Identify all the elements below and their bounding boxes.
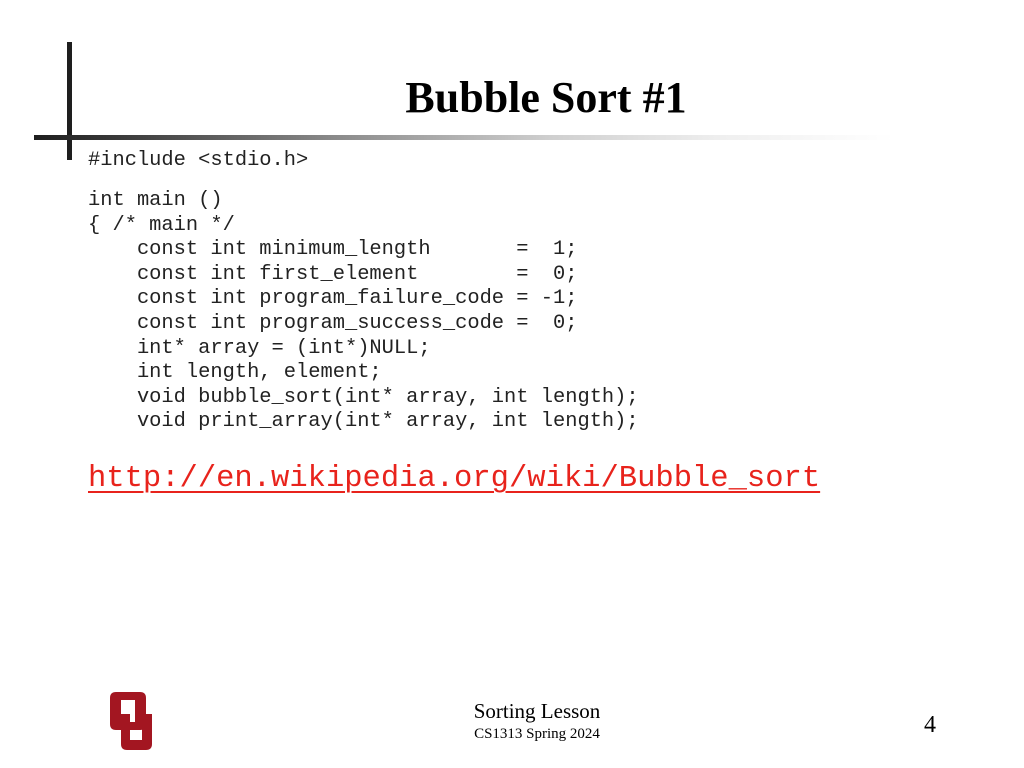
page-number: 4 bbox=[924, 712, 936, 738]
footer: Sorting Lesson CS1313 Spring 2024 bbox=[420, 698, 654, 744]
code-line: void print_array(int* array, int length)… bbox=[88, 410, 639, 434]
code-line: const int program_success_code = 0; bbox=[88, 311, 578, 335]
code-line: int main () bbox=[88, 189, 223, 212]
code-include-line: #include <stdio.h> bbox=[88, 149, 309, 172]
slide-title: Bubble Sort #1 bbox=[405, 73, 687, 122]
code-line: const int first_element = 0; bbox=[88, 262, 578, 286]
decorative-vertical-rule bbox=[67, 42, 72, 160]
code-line: const int minimum_length = 1; bbox=[88, 238, 578, 262]
decorative-horizontal-rule bbox=[34, 135, 894, 140]
wikipedia-link[interactable]: http://en.wikipedia.org/wiki/Bubble_sort bbox=[88, 459, 820, 499]
code-line: void bubble_sort(int* array, int length)… bbox=[88, 385, 639, 409]
ou-logo-icon bbox=[110, 692, 152, 750]
footer-title: Sorting Lesson bbox=[473, 699, 601, 723]
footer-subtitle: CS1313 Spring 2024 bbox=[474, 726, 600, 742]
code-line: const int program_failure_code = -1; bbox=[88, 287, 578, 311]
code-line: { /* main */ bbox=[88, 213, 235, 237]
code-block: int main (){ /* main */ const int minimu… bbox=[88, 189, 639, 435]
code-line: int* array = (int*)NULL; bbox=[88, 336, 431, 360]
code-line: int length, element; bbox=[88, 361, 382, 385]
